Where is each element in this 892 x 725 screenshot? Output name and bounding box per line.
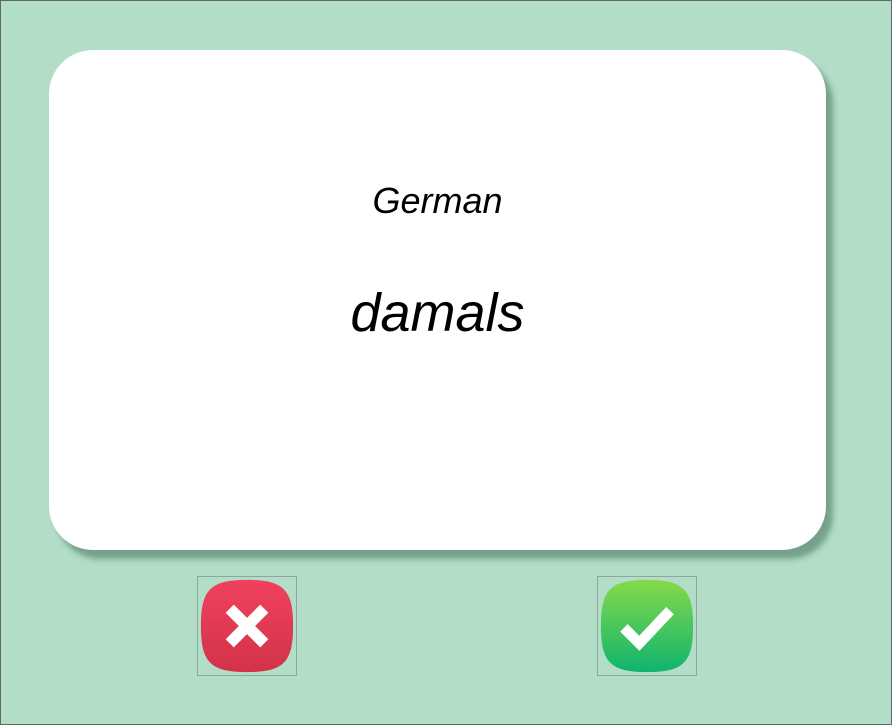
checkmark-icon [600, 579, 694, 673]
wrong-answer-button[interactable] [197, 576, 297, 676]
cross-icon [200, 579, 294, 673]
card-word: damals [350, 283, 525, 343]
flashcard[interactable]: German damals [49, 50, 826, 550]
card-language-label: German [372, 180, 503, 221]
correct-answer-button[interactable] [597, 576, 697, 676]
